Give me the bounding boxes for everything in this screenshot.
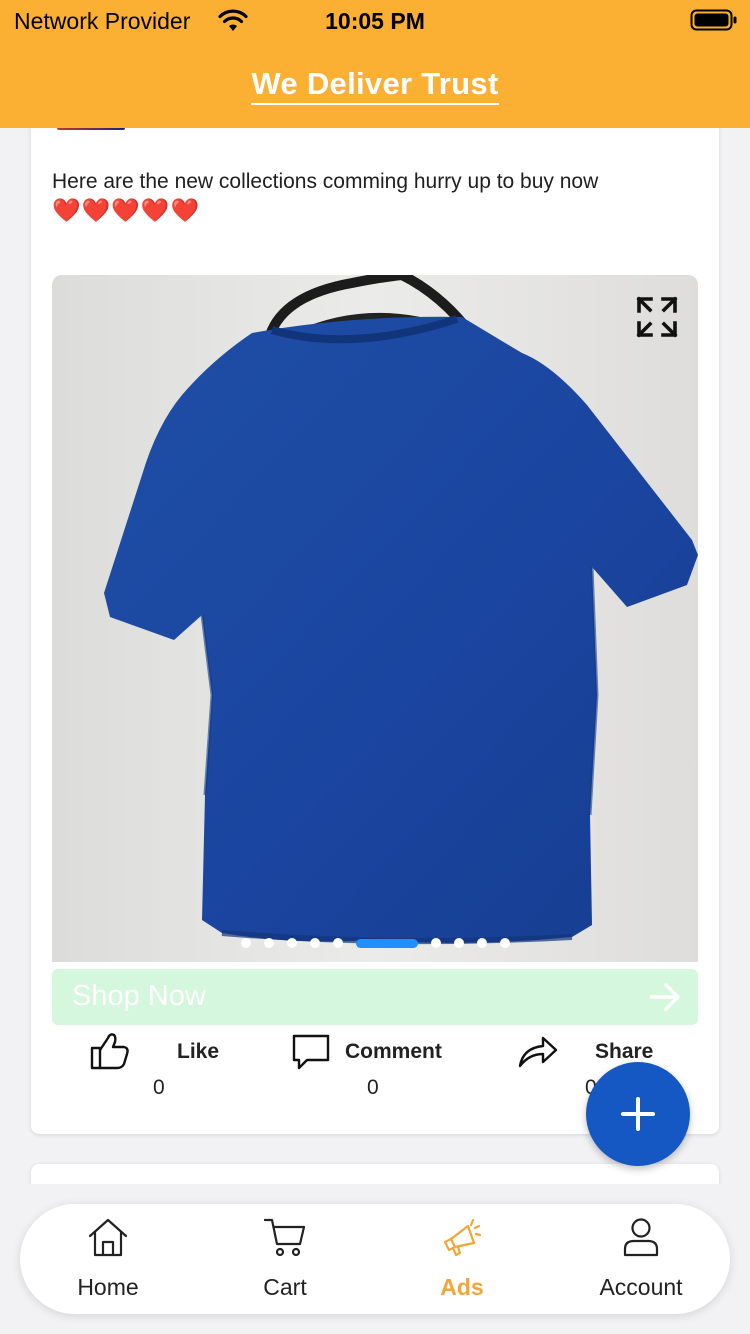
post-media-carousel[interactable]	[52, 275, 698, 962]
carousel-dot[interactable]	[453, 938, 464, 948]
comment-action[interactable]: Comment 0	[291, 1030, 501, 1130]
nav-ads[interactable]: Ads	[382, 1204, 542, 1314]
carousel-dot[interactable]	[499, 938, 510, 948]
ads-feed[interactable]: Here are the new collections comming hur…	[0, 128, 750, 1184]
megaphone-icon	[443, 1218, 482, 1257]
carousel-dot[interactable]	[309, 938, 320, 948]
plus-icon	[621, 1097, 655, 1131]
nav-cart-label: Cart	[263, 1274, 307, 1300]
expand-icon[interactable]	[635, 295, 679, 339]
post-caption-text: Here are the new collections comming hur…	[52, 170, 599, 193]
carousel-dot[interactable]	[286, 938, 297, 948]
post-card: Here are the new collections comming hur…	[31, 128, 719, 1134]
app-title-text: We Deliver Trust	[251, 66, 499, 105]
post-caption: Here are the new collections comming hur…	[52, 168, 692, 224]
like-action[interactable]: Like 0	[89, 1030, 269, 1130]
app-header: Network Provider 10:05 PM We Deliver Tru…	[0, 0, 750, 128]
tshirt-photo	[52, 275, 698, 962]
carousel-dot[interactable]	[240, 938, 251, 948]
shop-now-button[interactable]: Shop Now	[52, 969, 698, 1025]
comment-icon	[292, 1034, 330, 1070]
share-label: Share	[595, 1040, 654, 1063]
next-post-card[interactable]	[31, 1164, 719, 1184]
nav-account[interactable]: Account	[561, 1204, 721, 1314]
comment-count: 0	[367, 1076, 379, 1099]
clock: 10:05 PM	[325, 8, 425, 34]
hearts-emoji: ❤️❤️❤️❤️❤️	[52, 197, 201, 223]
arrow-right-icon	[649, 983, 680, 1011]
share-icon	[518, 1036, 558, 1068]
status-bar: Network Provider 10:05 PM	[0, 0, 750, 42]
app-title: We Deliver Trust	[0, 66, 750, 105]
shop-now-label: Shop Now	[72, 980, 206, 1012]
carousel-dot[interactable]	[263, 938, 274, 948]
carousel-dot[interactable]	[476, 938, 487, 948]
nav-home-label: Home	[77, 1274, 139, 1300]
thumbs-up-icon	[90, 1033, 129, 1070]
nav-account-label: Account	[599, 1274, 683, 1300]
like-label: Like	[177, 1040, 220, 1063]
like-count: 0	[153, 1076, 165, 1099]
comment-label: Comment	[345, 1040, 442, 1063]
nav-cart[interactable]: Cart	[205, 1204, 365, 1314]
battery-icon	[690, 9, 737, 31]
author-avatar[interactable]	[57, 128, 125, 130]
carousel-dot-active[interactable]	[355, 938, 418, 948]
cart-icon	[264, 1218, 306, 1257]
carousel-dot[interactable]	[332, 938, 343, 948]
nav-home[interactable]: Home	[28, 1204, 188, 1314]
user-icon	[623, 1218, 659, 1257]
bottom-nav: Home Cart Ads Account	[20, 1204, 730, 1314]
add-post-button[interactable]	[586, 1062, 690, 1166]
home-icon	[88, 1218, 128, 1257]
nav-ads-label: Ads	[440, 1274, 484, 1300]
carousel-dot[interactable]	[430, 938, 441, 948]
carousel-pagination[interactable]	[52, 937, 698, 949]
